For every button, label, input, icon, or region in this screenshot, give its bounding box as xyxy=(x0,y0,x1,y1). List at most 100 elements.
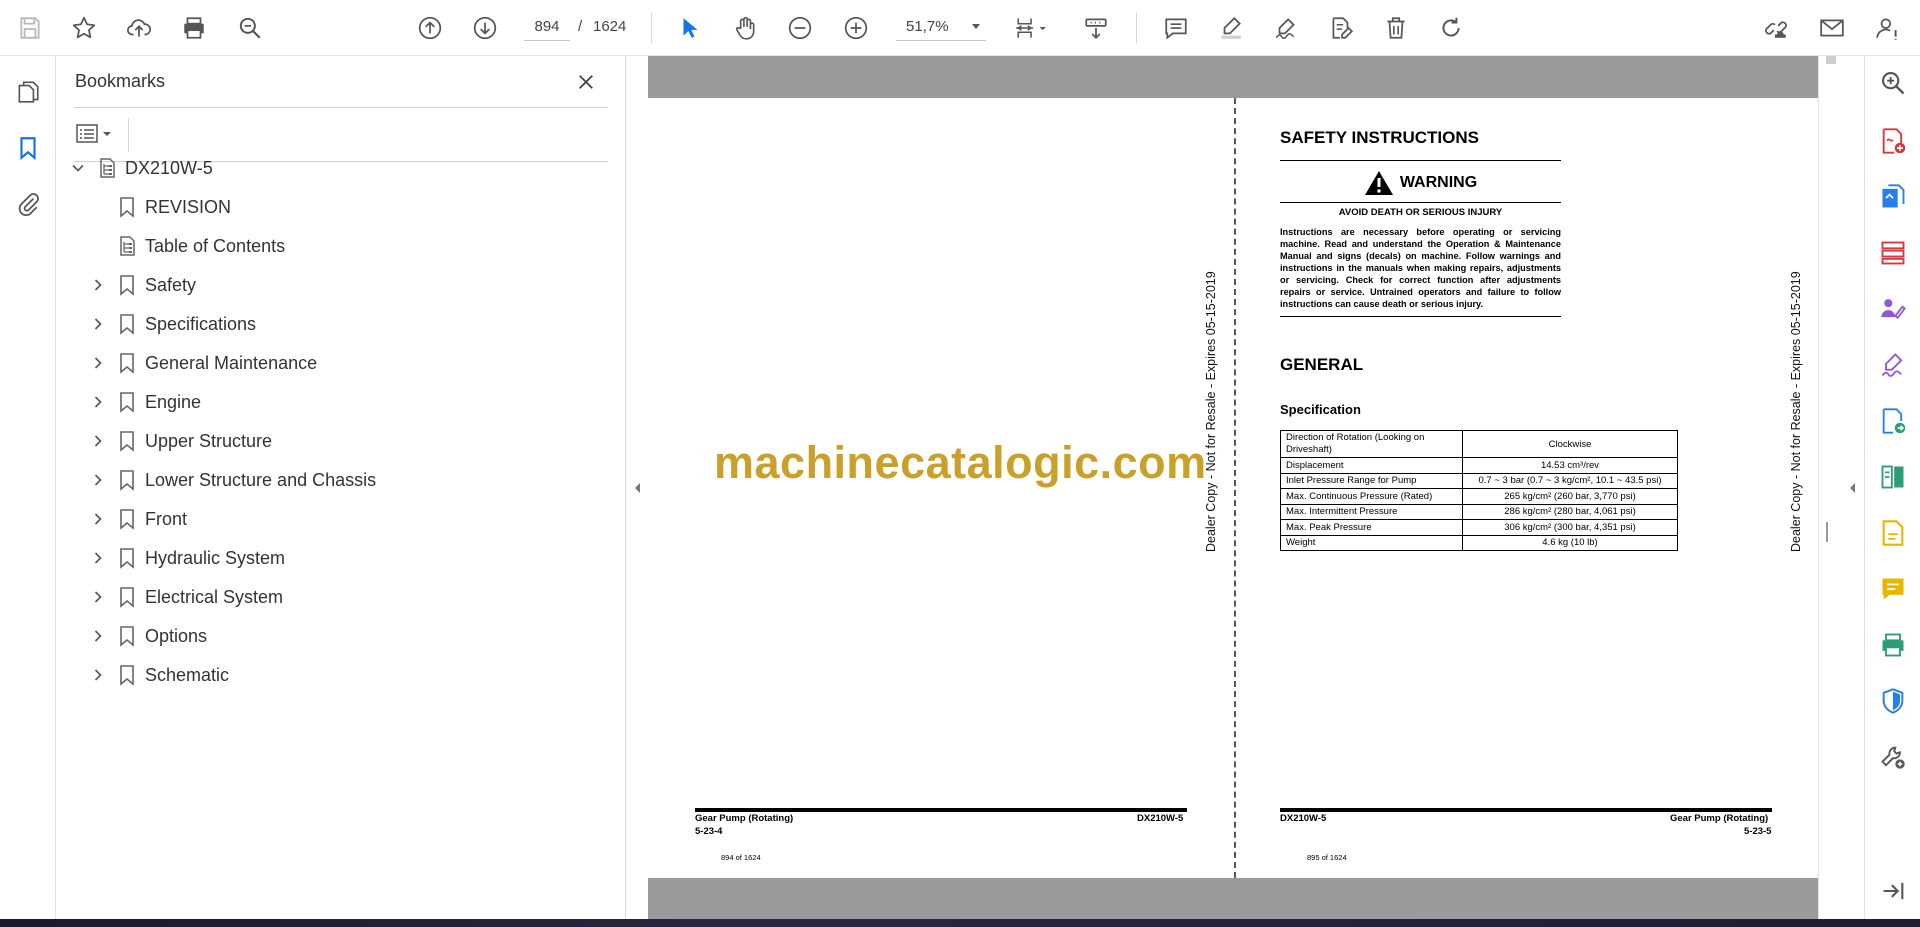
chevron-right-icon[interactable] xyxy=(90,277,106,293)
chevron-right-icon[interactable] xyxy=(90,316,106,332)
collapse-tools-icon[interactable] xyxy=(1878,876,1908,906)
request-signature-icon[interactable] xyxy=(1878,294,1908,324)
bookmark-icon xyxy=(120,665,134,686)
bookmark-options-menu[interactable] xyxy=(74,119,120,149)
zoom-magnifier-icon[interactable] xyxy=(1878,68,1908,98)
warning-subtitle: AVOID DEATH OR SERIOUS INJURY xyxy=(1338,207,1503,218)
bookmark-icon xyxy=(120,275,134,296)
bookmark-label: Electrical System xyxy=(145,586,284,607)
print-icon[interactable] xyxy=(176,10,212,46)
export-pdf-icon[interactable] xyxy=(1878,182,1908,212)
zoom-search-icon[interactable] xyxy=(232,10,268,46)
chevron-right-icon[interactable] xyxy=(90,550,106,566)
chevron-right-icon[interactable] xyxy=(90,628,106,644)
bookmark-label: DX210W-5 xyxy=(125,157,213,178)
bookmark-item[interactable]: Table of Contents xyxy=(56,229,616,263)
table-row: Displacement 14.53 cm³/rev xyxy=(1280,457,1678,474)
bookmark-panel-icon[interactable] xyxy=(10,130,46,166)
warning-label: WARNING xyxy=(1399,173,1478,191)
page-split-line xyxy=(1234,98,1236,878)
account-help-icon[interactable] xyxy=(1870,10,1906,46)
expand-tools-icon[interactable] xyxy=(1846,480,1858,496)
rotate-redo-icon[interactable] xyxy=(1433,10,1469,46)
highlight-pen-icon[interactable] xyxy=(1213,10,1249,46)
bookmark-item[interactable]: Hydraulic System xyxy=(56,541,616,575)
bookmark-item[interactable]: Lower Structure and Chassis xyxy=(56,463,616,497)
bookmark-item[interactable]: Engine xyxy=(56,385,616,419)
bookmark-item[interactable]: Safety xyxy=(56,268,616,302)
bookmark-item[interactable]: Upper Structure xyxy=(56,424,616,458)
email-icon[interactable] xyxy=(1814,10,1850,46)
site-watermark: machinecatalogic.com xyxy=(714,437,1207,488)
bookmark-label: Schematic xyxy=(145,664,230,685)
print-production-icon[interactable] xyxy=(1878,630,1908,660)
previous-page-icon[interactable] xyxy=(412,10,448,46)
create-pdf-icon[interactable] xyxy=(1878,126,1908,156)
spec-parameter-cell: Direction of Rotation (Looking on Drives… xyxy=(1280,430,1463,458)
send-review-icon[interactable] xyxy=(1878,406,1908,436)
zoom-level-dropdown[interactable]: 51,7% xyxy=(896,13,986,41)
hand-tool-icon[interactable] xyxy=(727,10,763,46)
add-comment-icon[interactable] xyxy=(1878,574,1908,604)
star-icon[interactable] xyxy=(66,10,102,46)
spec-value-cell: 4.6 kg (10 lb) xyxy=(1462,534,1678,551)
next-page-icon[interactable] xyxy=(467,10,503,46)
table-row: Max. Peak Pressure 306 kg/cm² (300 bar, 4… xyxy=(1280,519,1678,536)
scroll-grip[interactable] xyxy=(1826,522,1828,542)
chevron-right-icon[interactable] xyxy=(90,667,106,683)
scroll-mode-icon[interactable] xyxy=(1078,10,1114,46)
left-navigation-rail xyxy=(0,56,56,919)
zoom-out-icon[interactable] xyxy=(782,10,818,46)
chevron-down-icon[interactable] xyxy=(70,160,86,176)
warning-body-text: Instructions are necessary before operat… xyxy=(1280,227,1561,309)
dealer-watermark-left: Dealer Copy - Not for Resale - Expires 0… xyxy=(1204,271,1218,552)
spec-parameter-cell: Inlet Pressure Range for Pump xyxy=(1280,472,1463,489)
chevron-right-icon[interactable] xyxy=(90,433,106,449)
organize-pages-icon[interactable] xyxy=(1878,238,1908,268)
page-number-input[interactable] xyxy=(524,13,570,41)
scan-ocr-icon[interactable] xyxy=(1878,518,1908,548)
bookmark-item[interactable]: Specifications xyxy=(56,307,616,341)
bookmark-item[interactable]: Schematic xyxy=(56,658,616,692)
more-tools-icon[interactable] xyxy=(1878,742,1908,772)
bookmark-item[interactable]: Electrical System xyxy=(56,580,616,614)
chevron-right-icon[interactable] xyxy=(90,511,106,527)
protect-shield-icon[interactable] xyxy=(1878,686,1908,716)
panel-divider xyxy=(128,118,129,152)
chevron-right-icon[interactable] xyxy=(90,355,106,371)
upload-cloud-icon[interactable] xyxy=(121,10,157,46)
collapse-panel-icon[interactable] xyxy=(631,480,643,496)
bookmark-label: Table of Contents xyxy=(145,235,286,256)
chevron-right-icon[interactable] xyxy=(90,589,106,605)
bookmark-label: Front xyxy=(145,508,188,529)
attachments-icon[interactable] xyxy=(10,186,46,222)
bookmark-item[interactable]: Options xyxy=(56,619,616,653)
close-icon[interactable] xyxy=(572,68,600,96)
bookmark-item[interactable]: Front xyxy=(56,502,616,536)
toolbar-divider xyxy=(1136,12,1137,44)
right-footer-page-number: 5-23-5 xyxy=(1744,826,1772,837)
draw-signature-icon[interactable] xyxy=(1268,10,1304,46)
compare-files-icon[interactable] xyxy=(1878,462,1908,492)
edit-text-icon[interactable] xyxy=(1323,10,1359,46)
delete-trash-icon[interactable] xyxy=(1378,10,1414,46)
bookmark-item[interactable]: DX210W-5 xyxy=(56,151,616,185)
bookmark-item[interactable]: REVISION xyxy=(56,190,616,224)
share-link-icon[interactable] xyxy=(1758,10,1794,46)
left-footer-page-number: 5-23-4 xyxy=(695,826,723,837)
zoom-in-icon[interactable] xyxy=(838,10,874,46)
save-icon[interactable] xyxy=(12,10,48,46)
select-cursor-icon[interactable] xyxy=(672,10,708,46)
comment-icon[interactable] xyxy=(1158,10,1194,46)
scrollbar-thumb[interactable] xyxy=(1826,56,1836,64)
table-row: Inlet Pressure Range for Pump 0.7 ~ 3 bar… xyxy=(1280,472,1678,489)
bookmark-item[interactable]: General Maintenance xyxy=(56,346,616,380)
chevron-right-icon[interactable] xyxy=(90,394,106,410)
page-fit-icon[interactable] xyxy=(1007,10,1055,46)
bookmark-label: Upper Structure xyxy=(145,430,273,451)
page-thumbnails-icon[interactable] xyxy=(10,74,46,110)
spec-parameter-cell: Displacement xyxy=(1280,457,1463,474)
chevron-right-icon[interactable] xyxy=(90,472,106,488)
table-row: Max. Intermittent Pressure 286 kg/cm² (28… xyxy=(1280,503,1678,520)
fill-sign-icon[interactable] xyxy=(1878,350,1908,380)
